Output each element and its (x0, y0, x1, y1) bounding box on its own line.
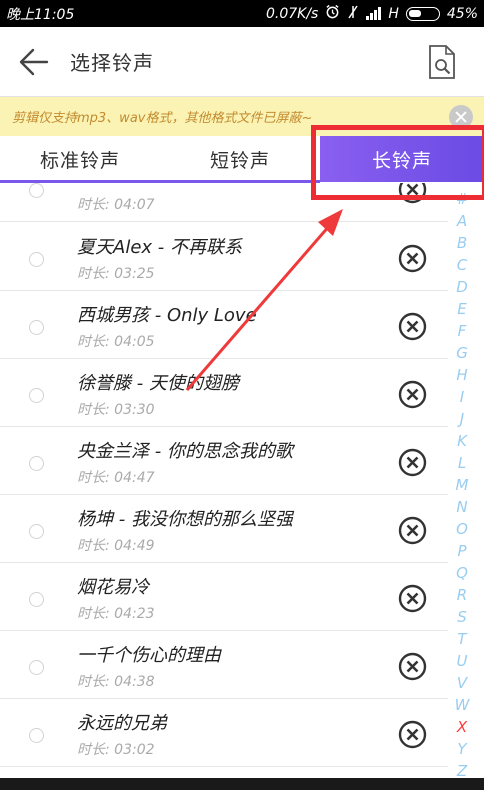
mute-icon (347, 5, 359, 23)
song-title: 西城男孩 - Only Love (77, 305, 257, 326)
delete-icon[interactable] (398, 448, 427, 477)
radio-button[interactable] (29, 320, 44, 335)
status-time: 晚上11:05 (6, 6, 75, 23)
alphabet-letter[interactable]: G (456, 342, 468, 364)
radio-button[interactable] (29, 660, 44, 675)
song-row[interactable]: 央金兰泽 - 你的思念我的歌 时长: 04:47 (0, 427, 448, 495)
tab-short-ringtone[interactable]: 短铃声 (160, 136, 320, 182)
song-title: 夏天Alex - 不再联系 (77, 237, 242, 258)
alphabet-letter[interactable]: N (456, 496, 467, 518)
alphabet-letter[interactable]: I (460, 386, 464, 408)
song-title: 永远的兄弟 (77, 713, 167, 734)
radio-button[interactable] (29, 183, 44, 198)
song-row[interactable]: 烟花易冷 时长: 04:23 (0, 563, 448, 631)
delete-icon[interactable] (398, 584, 427, 613)
song-duration: 时长: 03:02 (77, 742, 155, 758)
back-button[interactable] (6, 27, 62, 97)
song-title: 烟花易冷 (77, 577, 149, 598)
delete-icon[interactable] (398, 244, 427, 273)
delete-icon[interactable] (398, 380, 427, 409)
alphabet-letter[interactable]: O (456, 518, 468, 540)
bottom-bar (0, 778, 484, 790)
alphabet-letter[interactable]: V (457, 672, 467, 694)
network-speed: 0.07K/s (265, 5, 319, 22)
alphabet-letter[interactable]: K (457, 430, 467, 452)
alphabet-letter[interactable]: Q (456, 562, 468, 584)
alphabet-letter[interactable]: Y (457, 738, 466, 760)
radio-button[interactable] (29, 252, 44, 267)
song-title: 一千个伤心的理由 (77, 645, 221, 666)
radio-button[interactable] (29, 728, 44, 743)
signal-icon (366, 7, 382, 20)
tab-standard-ringtone[interactable]: 标准铃声 (0, 136, 160, 182)
notice-text: 剪辑仅支持mp3、wav格式，其他格式文件已屏蔽~ (12, 111, 313, 126)
song-duration: 时长: 03:25 (77, 266, 155, 282)
song-row[interactable]: 杨坤 - 我没你想的那么坚强 时长: 04:49 (0, 495, 448, 563)
song-duration: 时长: 04:49 (77, 538, 155, 554)
alphabet-index[interactable]: # A B C D E F G H I J K L M N O P Q R S T U V W X Y Z (450, 188, 474, 783)
song-title: 央金兰泽 - 你的思念我的歌 (77, 441, 293, 462)
song-duration: 时长: 04:38 (77, 674, 155, 690)
delete-icon[interactable] (398, 516, 427, 545)
status-indicators: 0.07K/s H 45% (266, 4, 478, 23)
alphabet-letter[interactable]: T (457, 628, 466, 650)
song-duration: 时长: 03:30 (77, 402, 155, 418)
delete-icon[interactable] (398, 312, 427, 341)
alphabet-letter[interactable]: X (457, 716, 467, 738)
song-list: 时长: 04:07 夏天Alex - 不再联系 时长: 03:25 西城男孩 -… (0, 183, 448, 783)
alphabet-letter[interactable]: M (456, 474, 469, 496)
arrow-left-icon (19, 48, 49, 75)
alphabet-letter[interactable]: S (457, 606, 467, 628)
alphabet-letter[interactable]: H (456, 364, 467, 386)
page-title: 选择铃声 (70, 51, 154, 75)
alphabet-letter[interactable]: C (457, 254, 467, 276)
status-bar: 晚上11:05 0.07K/s H 45% (0, 0, 484, 27)
alphabet-letter[interactable]: R (457, 584, 467, 606)
radio-button[interactable] (29, 388, 44, 403)
alphabet-letter[interactable]: D (456, 276, 468, 298)
radio-button[interactable] (29, 524, 44, 539)
alphabet-letter[interactable]: W (455, 694, 470, 716)
alphabet-letter[interactable]: L (458, 452, 466, 474)
song-row[interactable]: 夏天Alex - 不再联系 时长: 03:25 (0, 223, 448, 291)
song-row[interactable]: 永远的兄弟 时长: 03:02 (0, 699, 448, 767)
alarm-icon (325, 4, 340, 23)
delete-icon[interactable] (398, 652, 427, 681)
delete-icon[interactable] (398, 720, 427, 749)
file-search-icon (429, 44, 455, 79)
app-header: 选择铃声 (0, 27, 484, 97)
alphabet-letter[interactable]: A (457, 210, 467, 232)
highlight-box (311, 125, 484, 200)
song-duration: 时长: 04:47 (77, 470, 155, 486)
alphabet-letter[interactable]: J (460, 408, 464, 430)
battery-icon (405, 6, 440, 21)
song-duration: 时长: 04:23 (77, 606, 155, 622)
alphabet-letter[interactable]: B (457, 232, 467, 254)
file-search-button[interactable] (422, 40, 462, 84)
song-row[interactable]: 徐誉滕 - 天使的翅膀 时长: 03:30 (0, 359, 448, 427)
song-duration: 时长: 04:07 (77, 197, 155, 213)
alphabet-letter[interactable]: E (457, 298, 466, 320)
song-title: 徐誉滕 - 天使的翅膀 (77, 373, 239, 394)
alphabet-letter[interactable]: P (457, 540, 466, 562)
song-row[interactable]: 一千个伤心的理由 时长: 04:38 (0, 631, 448, 699)
song-title: 杨坤 - 我没你想的那么坚强 (77, 509, 293, 530)
radio-button[interactable] (29, 456, 44, 471)
radio-button[interactable] (29, 592, 44, 607)
alphabet-letter[interactable]: F (458, 320, 467, 342)
network-type: H (388, 5, 399, 22)
battery-percent: 45% (446, 5, 478, 22)
song-row[interactable]: 西城男孩 - Only Love 时长: 04:05 (0, 291, 448, 359)
song-duration: 时长: 04:05 (77, 334, 155, 350)
alphabet-letter[interactable]: U (457, 650, 468, 672)
